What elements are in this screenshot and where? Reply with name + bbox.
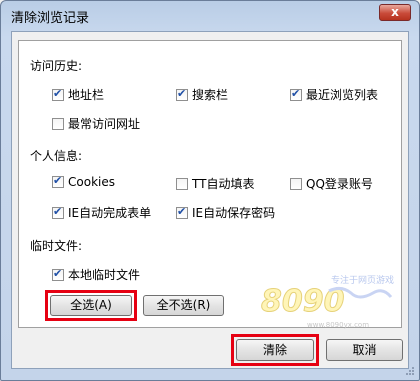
checkbox-label: Cookies	[68, 175, 115, 189]
cancel-button[interactable]: 取消	[326, 339, 403, 361]
checkbox-address-bar[interactable]: 地址栏	[52, 86, 104, 103]
checkbox-icon[interactable]	[290, 87, 302, 101]
select-all-button[interactable]: 全选(A)	[50, 295, 132, 316]
checkbox-icon[interactable]	[176, 205, 188, 219]
checkbox-icon[interactable]	[52, 267, 64, 281]
checkbox-tt-autofill[interactable]: TT自动填表	[176, 175, 254, 192]
checkbox-icon[interactable]	[290, 177, 302, 190]
close-button[interactable]: x	[379, 4, 411, 21]
checkbox-ie-autocomplete[interactable]: IE自动完成表单	[52, 204, 151, 221]
checkbox-label: 最常访问网址	[68, 117, 141, 131]
checkbox-icon[interactable]	[52, 87, 64, 101]
checkbox-qq-account[interactable]: QQ登录账号	[290, 175, 373, 192]
checkbox-icon[interactable]	[52, 174, 64, 188]
checkbox-icon[interactable]	[52, 117, 64, 130]
checkbox-label: TT自动填表	[192, 177, 255, 191]
checkbox-local-temp-files[interactable]: 本地临时文件	[52, 266, 140, 283]
clear-button[interactable]: 清除	[236, 339, 314, 361]
checkbox-label: IE自动保存密码	[192, 206, 276, 220]
checkbox-cookies[interactable]: Cookies	[52, 174, 115, 189]
title-bar[interactable]: 清除浏览记录 x	[1, 1, 420, 29]
checkbox-label: IE自动完成表单	[68, 206, 152, 220]
temp-heading: 临时文件:	[30, 239, 83, 253]
select-none-button[interactable]: 全不选(R)	[143, 295, 224, 316]
window-title: 清除浏览记录	[11, 11, 90, 26]
checkbox-recent-browsing[interactable]: 最近浏览列表	[290, 86, 378, 103]
personal-heading: 个人信息:	[30, 149, 83, 163]
watermark-logo: 8090 专注于网页游戏 www.8090yx.com	[261, 274, 395, 329]
checkbox-label: 搜索栏	[192, 88, 229, 102]
watermark-url: www.8090yx.com	[307, 321, 369, 329]
dialog-body: 访问历史: 地址栏 搜索栏 最近浏览列表 最常访问网址 个人信息: Co	[11, 31, 409, 369]
checkbox-search-bar[interactable]: 搜索栏	[176, 86, 228, 103]
options-panel: 访问历史: 地址栏 搜索栏 最近浏览列表 最常访问网址 个人信息: Co	[18, 40, 402, 329]
checkbox-most-visited[interactable]: 最常访问网址	[52, 115, 140, 132]
checkbox-label: QQ登录账号	[306, 177, 373, 191]
watermark-tagline: 专注于网页游戏	[331, 274, 394, 286]
close-icon: x	[391, 5, 399, 19]
dialog-window: 清除浏览记录 x 访问历史: 地址栏 搜索栏 最近浏览列表 最常访问网址	[0, 0, 420, 381]
resize-grip-icon[interactable]	[405, 366, 415, 376]
checkbox-label: 地址栏	[68, 88, 105, 102]
checkbox-label: 本地临时文件	[68, 268, 141, 282]
history-heading: 访问历史:	[30, 59, 83, 73]
checkbox-icon[interactable]	[176, 177, 188, 190]
checkbox-label: 最近浏览列表	[306, 88, 379, 102]
checkbox-icon[interactable]	[176, 87, 188, 101]
checkbox-icon[interactable]	[52, 205, 64, 219]
checkbox-ie-passwords[interactable]: IE自动保存密码	[176, 204, 275, 221]
